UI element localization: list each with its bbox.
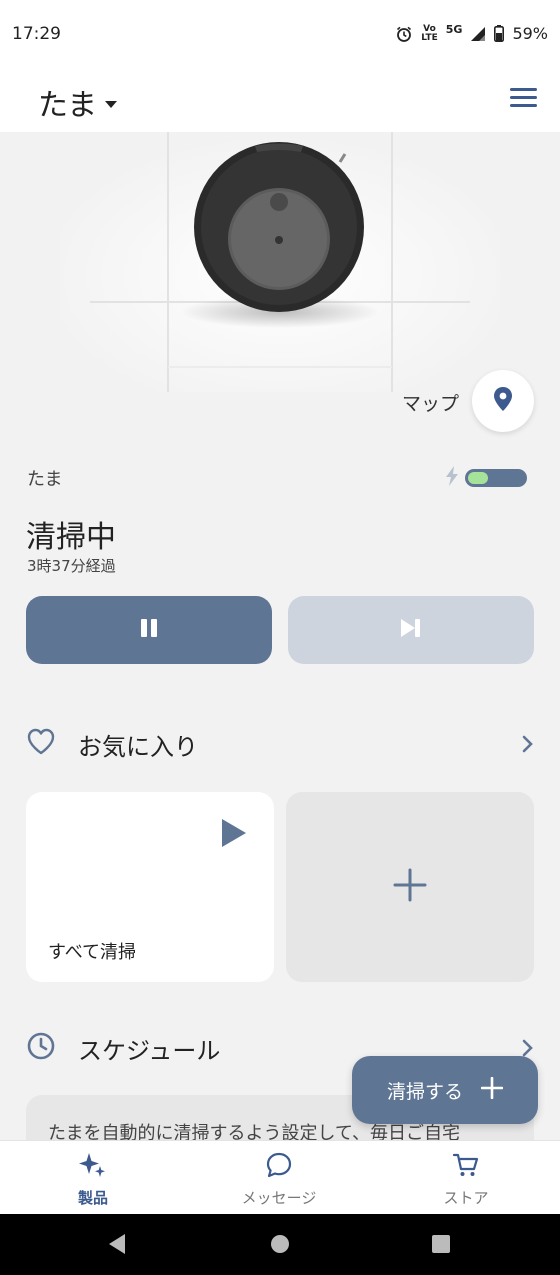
bottom-navigation: 製品 メッセージ ストア	[0, 1140, 560, 1214]
status-time: 17:29	[12, 24, 61, 44]
nav-item-messages[interactable]: メッセージ	[209, 1151, 349, 1208]
favorite-card-label: すべて清掃	[48, 942, 137, 963]
map-pin-icon	[492, 386, 514, 416]
nav-label-messages: メッセージ	[241, 1189, 317, 1207]
elapsed-time: 3時37分経過	[27, 557, 116, 575]
battery-fill	[468, 472, 488, 484]
chat-bubble-icon	[265, 1151, 293, 1183]
start-cleaning-button[interactable]: 清掃する	[352, 1056, 538, 1124]
plus-icon	[393, 868, 427, 906]
skip-to-end-icon	[399, 618, 423, 642]
charging-bolt-icon	[445, 466, 459, 490]
schedule-title: スケジュール	[78, 1036, 221, 1065]
alarm-icon	[395, 25, 413, 43]
status-bar: 17:29 Vo LTE 5G 59%	[0, 0, 560, 70]
back-icon[interactable]	[106, 1232, 128, 1260]
system-navigation-bar	[0, 1214, 560, 1275]
nav-label-store: ストア	[443, 1189, 489, 1207]
map-label: マップ	[402, 393, 460, 415]
pause-icon	[139, 618, 159, 642]
nav-label-products: 製品	[77, 1189, 108, 1207]
robot-selector-label: たま	[38, 88, 98, 123]
start-cleaning-label: 清掃する	[386, 1080, 463, 1103]
hamburger-menu-icon[interactable]	[510, 88, 538, 108]
app-header: たま	[0, 70, 560, 132]
favorite-card-clean-all[interactable]: すべて清掃	[26, 792, 274, 982]
add-favorite-button[interactable]	[286, 792, 534, 982]
home-icon[interactable]	[269, 1232, 291, 1260]
favorites-header[interactable]: お気に入り	[26, 724, 536, 764]
shopping-cart-icon	[452, 1151, 480, 1183]
nav-item-store[interactable]: ストア	[396, 1151, 536, 1208]
recents-icon[interactable]	[430, 1232, 452, 1260]
volte-bottom: LTE	[421, 32, 438, 43]
battery-percent: 59%	[512, 24, 548, 43]
favorites-title: お気に入り	[78, 732, 198, 761]
volte-indicator: Vo LTE	[421, 24, 438, 43]
nav-item-products[interactable]: 製品	[23, 1151, 163, 1208]
robot-selector[interactable]: たま	[38, 80, 118, 124]
plus-icon	[480, 1076, 504, 1103]
battery-status-icon	[494, 25, 505, 42]
skip-button[interactable]	[288, 596, 534, 664]
status-icons: Vo LTE 5G 59%	[395, 23, 548, 43]
chevron-right-icon	[522, 735, 534, 757]
cleaning-state: 清掃中	[26, 520, 116, 555]
network-label: 5G	[445, 23, 463, 36]
caret-down-icon	[105, 100, 118, 108]
signal-icon	[470, 26, 486, 42]
robot-name-label: たま	[27, 469, 63, 490]
map-button[interactable]	[472, 370, 534, 432]
sparkle-icon	[78, 1151, 108, 1183]
battery-indicator	[445, 466, 527, 490]
heart-icon	[26, 728, 56, 760]
play-icon[interactable]	[220, 818, 248, 852]
clock-icon	[26, 1031, 56, 1065]
battery-bar	[465, 469, 527, 487]
robot-hero: マップ	[0, 132, 560, 442]
pause-button[interactable]	[26, 596, 272, 664]
